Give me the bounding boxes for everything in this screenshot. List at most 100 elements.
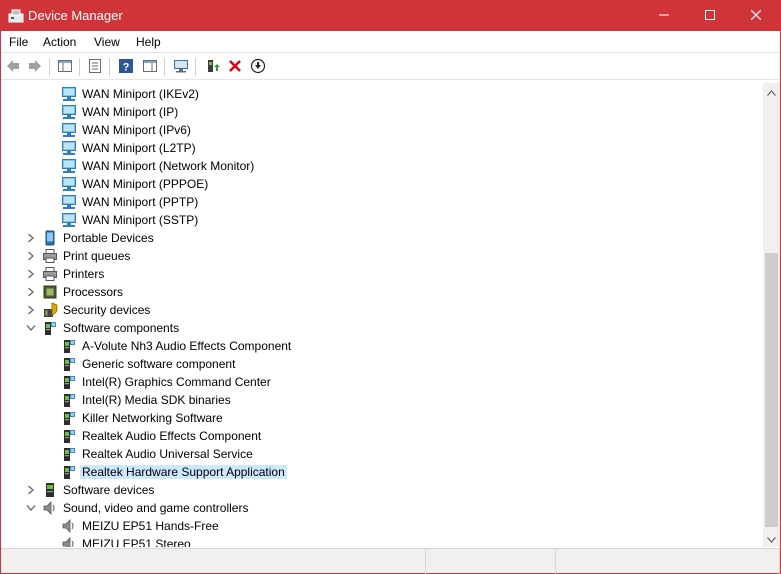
- tree-item-meizu-ep51-stereo[interactable]: MEIZU EP51 Stereo: [1, 535, 761, 547]
- update-driver-icon: [204, 58, 220, 77]
- back-button[interactable]: [3, 57, 23, 77]
- menu-action[interactable]: Action: [42, 34, 77, 50]
- scroll-up-button[interactable]: [763, 83, 780, 100]
- toolbar-separator: [109, 58, 110, 76]
- software-component-icon: [61, 374, 77, 390]
- software-component-icon: [61, 410, 77, 426]
- tree-item-printers[interactable]: Printers: [1, 265, 761, 283]
- uninstall-device-icon: [227, 58, 243, 77]
- properties-icon: [87, 58, 103, 77]
- tree-item-label: Intel(R) Graphics Command Center: [82, 375, 271, 389]
- close-icon: [750, 9, 762, 23]
- tree-item-wan-miniport-network-monitor[interactable]: WAN Miniport (Network Monitor): [1, 157, 761, 175]
- chevron-down-icon: [767, 532, 776, 546]
- toolbar-separator: [164, 58, 165, 76]
- vertical-scrollbar[interactable]: [763, 83, 780, 547]
- network-adapter-icon: [61, 86, 77, 102]
- show-hide-console-tree-button[interactable]: [55, 57, 75, 77]
- tree-item-meizu-ep51-hands-free[interactable]: MEIZU EP51 Hands-Free: [1, 517, 761, 535]
- window-title: Device Manager: [28, 8, 123, 23]
- chevron-right-icon[interactable]: [25, 232, 37, 244]
- title-bar[interactable]: Device Manager: [1, 1, 780, 31]
- software-component-icon: [61, 464, 77, 480]
- tree-item-realtek-hardware-support-application[interactable]: Realtek Hardware Support Application: [1, 463, 761, 481]
- tree-item-software-devices[interactable]: Software devices: [1, 481, 761, 499]
- menu-file[interactable]: File: [8, 34, 29, 50]
- network-adapter-icon: [61, 122, 77, 138]
- properties-button[interactable]: [85, 57, 105, 77]
- tree-item-label: MEIZU EP51 Hands-Free: [82, 519, 219, 533]
- chevron-right-icon[interactable]: [25, 304, 37, 316]
- maximize-button[interactable]: [687, 1, 733, 31]
- maximize-icon: [705, 9, 715, 23]
- software-component-icon: [42, 320, 58, 336]
- menu-view[interactable]: View: [93, 34, 121, 50]
- processor-icon: [42, 284, 58, 300]
- chevron-up-icon: [767, 85, 776, 99]
- software-component-icon: [61, 338, 77, 354]
- scan-hardware-changes-button[interactable]: [171, 57, 191, 77]
- toolbar: ?: [1, 54, 780, 80]
- svg-text:?: ?: [123, 61, 130, 73]
- network-adapter-icon: [61, 140, 77, 156]
- tree-item-wan-miniport-sstp[interactable]: WAN Miniport (SSTP): [1, 211, 761, 229]
- software-component-icon: [61, 356, 77, 372]
- tree-item-software-components[interactable]: Software components: [1, 319, 761, 337]
- tree-item-killer-networking-software[interactable]: Killer Networking Software: [1, 409, 761, 427]
- toolbar-separator: [49, 58, 50, 76]
- tree-item-processors[interactable]: Processors: [1, 283, 761, 301]
- chevron-right-icon[interactable]: [25, 268, 37, 280]
- tree-item-print-queues[interactable]: Print queues: [1, 247, 761, 265]
- minimize-button[interactable]: [641, 1, 687, 31]
- device-tree[interactable]: WAN Miniport (IKEv2) WAN Miniport (IP) WAN…: [1, 83, 763, 547]
- tree-item-realtek-audio-universal-service[interactable]: Realtek Audio Universal Service: [1, 445, 761, 463]
- uninstall-device-button[interactable]: [225, 57, 245, 77]
- tree-item-security-devices[interactable]: Security devices: [1, 301, 761, 319]
- network-adapter-icon: [61, 212, 77, 228]
- tree-item-sound-video-and-game-controllers[interactable]: Sound, video and game controllers: [1, 499, 761, 517]
- tree-item-label: Software components: [63, 321, 180, 335]
- forward-arrow-icon: [27, 58, 43, 77]
- tree-item-label: Realtek Audio Effects Component: [82, 429, 262, 443]
- tree-item-a-volute-nh3-audio-effects-component[interactable]: A-Volute Nh3 Audio Effects Component: [1, 337, 761, 355]
- tree-item-label: Realtek Audio Universal Service: [82, 447, 253, 461]
- tree-item-wan-miniport-l2tp[interactable]: WAN Miniport (L2TP): [1, 139, 761, 157]
- close-button[interactable]: [733, 1, 779, 31]
- menu-help[interactable]: Help: [135, 34, 162, 50]
- chevron-down-icon[interactable]: [25, 322, 37, 334]
- toolbar-separator: [195, 58, 196, 76]
- disable-device-icon: [250, 58, 266, 77]
- tree-item-intel-r-graphics-command-center[interactable]: Intel(R) Graphics Command Center: [1, 373, 761, 391]
- scroll-down-button[interactable]: [763, 530, 780, 547]
- portable-device-icon: [42, 230, 58, 246]
- software-component-icon: [61, 446, 77, 462]
- speaker-icon: [61, 536, 77, 547]
- update-driver-button[interactable]: [202, 57, 222, 77]
- chevron-right-icon[interactable]: [25, 250, 37, 262]
- tree-item-label: Software devices: [63, 483, 155, 497]
- tree-item-wan-miniport-ip[interactable]: WAN Miniport (IP): [1, 103, 761, 121]
- action-pane-button[interactable]: [140, 57, 160, 77]
- chevron-right-icon[interactable]: [25, 484, 37, 496]
- forward-button[interactable]: [25, 57, 45, 77]
- software-component-icon: [61, 392, 77, 408]
- tree-item-realtek-audio-effects-component[interactable]: Realtek Audio Effects Component: [1, 427, 761, 445]
- scrollbar-thumb[interactable]: [765, 253, 778, 527]
- network-adapter-icon: [61, 158, 77, 174]
- tree-item-generic-software-component[interactable]: Generic software component: [1, 355, 761, 373]
- chevron-right-icon[interactable]: [25, 286, 37, 298]
- tree-item-wan-miniport-pptp[interactable]: WAN Miniport (PPTP): [1, 193, 761, 211]
- tree-item-wan-miniport-ipv6[interactable]: WAN Miniport (IPv6): [1, 121, 761, 139]
- printer-icon: [42, 266, 58, 282]
- help-button[interactable]: ?: [116, 57, 136, 77]
- tree-item-label: Print queues: [63, 249, 131, 263]
- chevron-down-icon[interactable]: [25, 502, 37, 514]
- toolbar-separator: [79, 58, 80, 76]
- status-bar: [1, 548, 780, 574]
- tree-item-wan-miniport-ikev2[interactable]: WAN Miniport (IKEv2): [1, 85, 761, 103]
- tree-item-portable-devices[interactable]: Portable Devices: [1, 229, 761, 247]
- disable-device-button[interactable]: [248, 57, 268, 77]
- tree-item-intel-r-media-sdk-binaries[interactable]: Intel(R) Media SDK binaries: [1, 391, 761, 409]
- tree-item-label: MEIZU EP51 Stereo: [82, 537, 191, 547]
- tree-item-wan-miniport-pppoe[interactable]: WAN Miniport (PPPOE): [1, 175, 761, 193]
